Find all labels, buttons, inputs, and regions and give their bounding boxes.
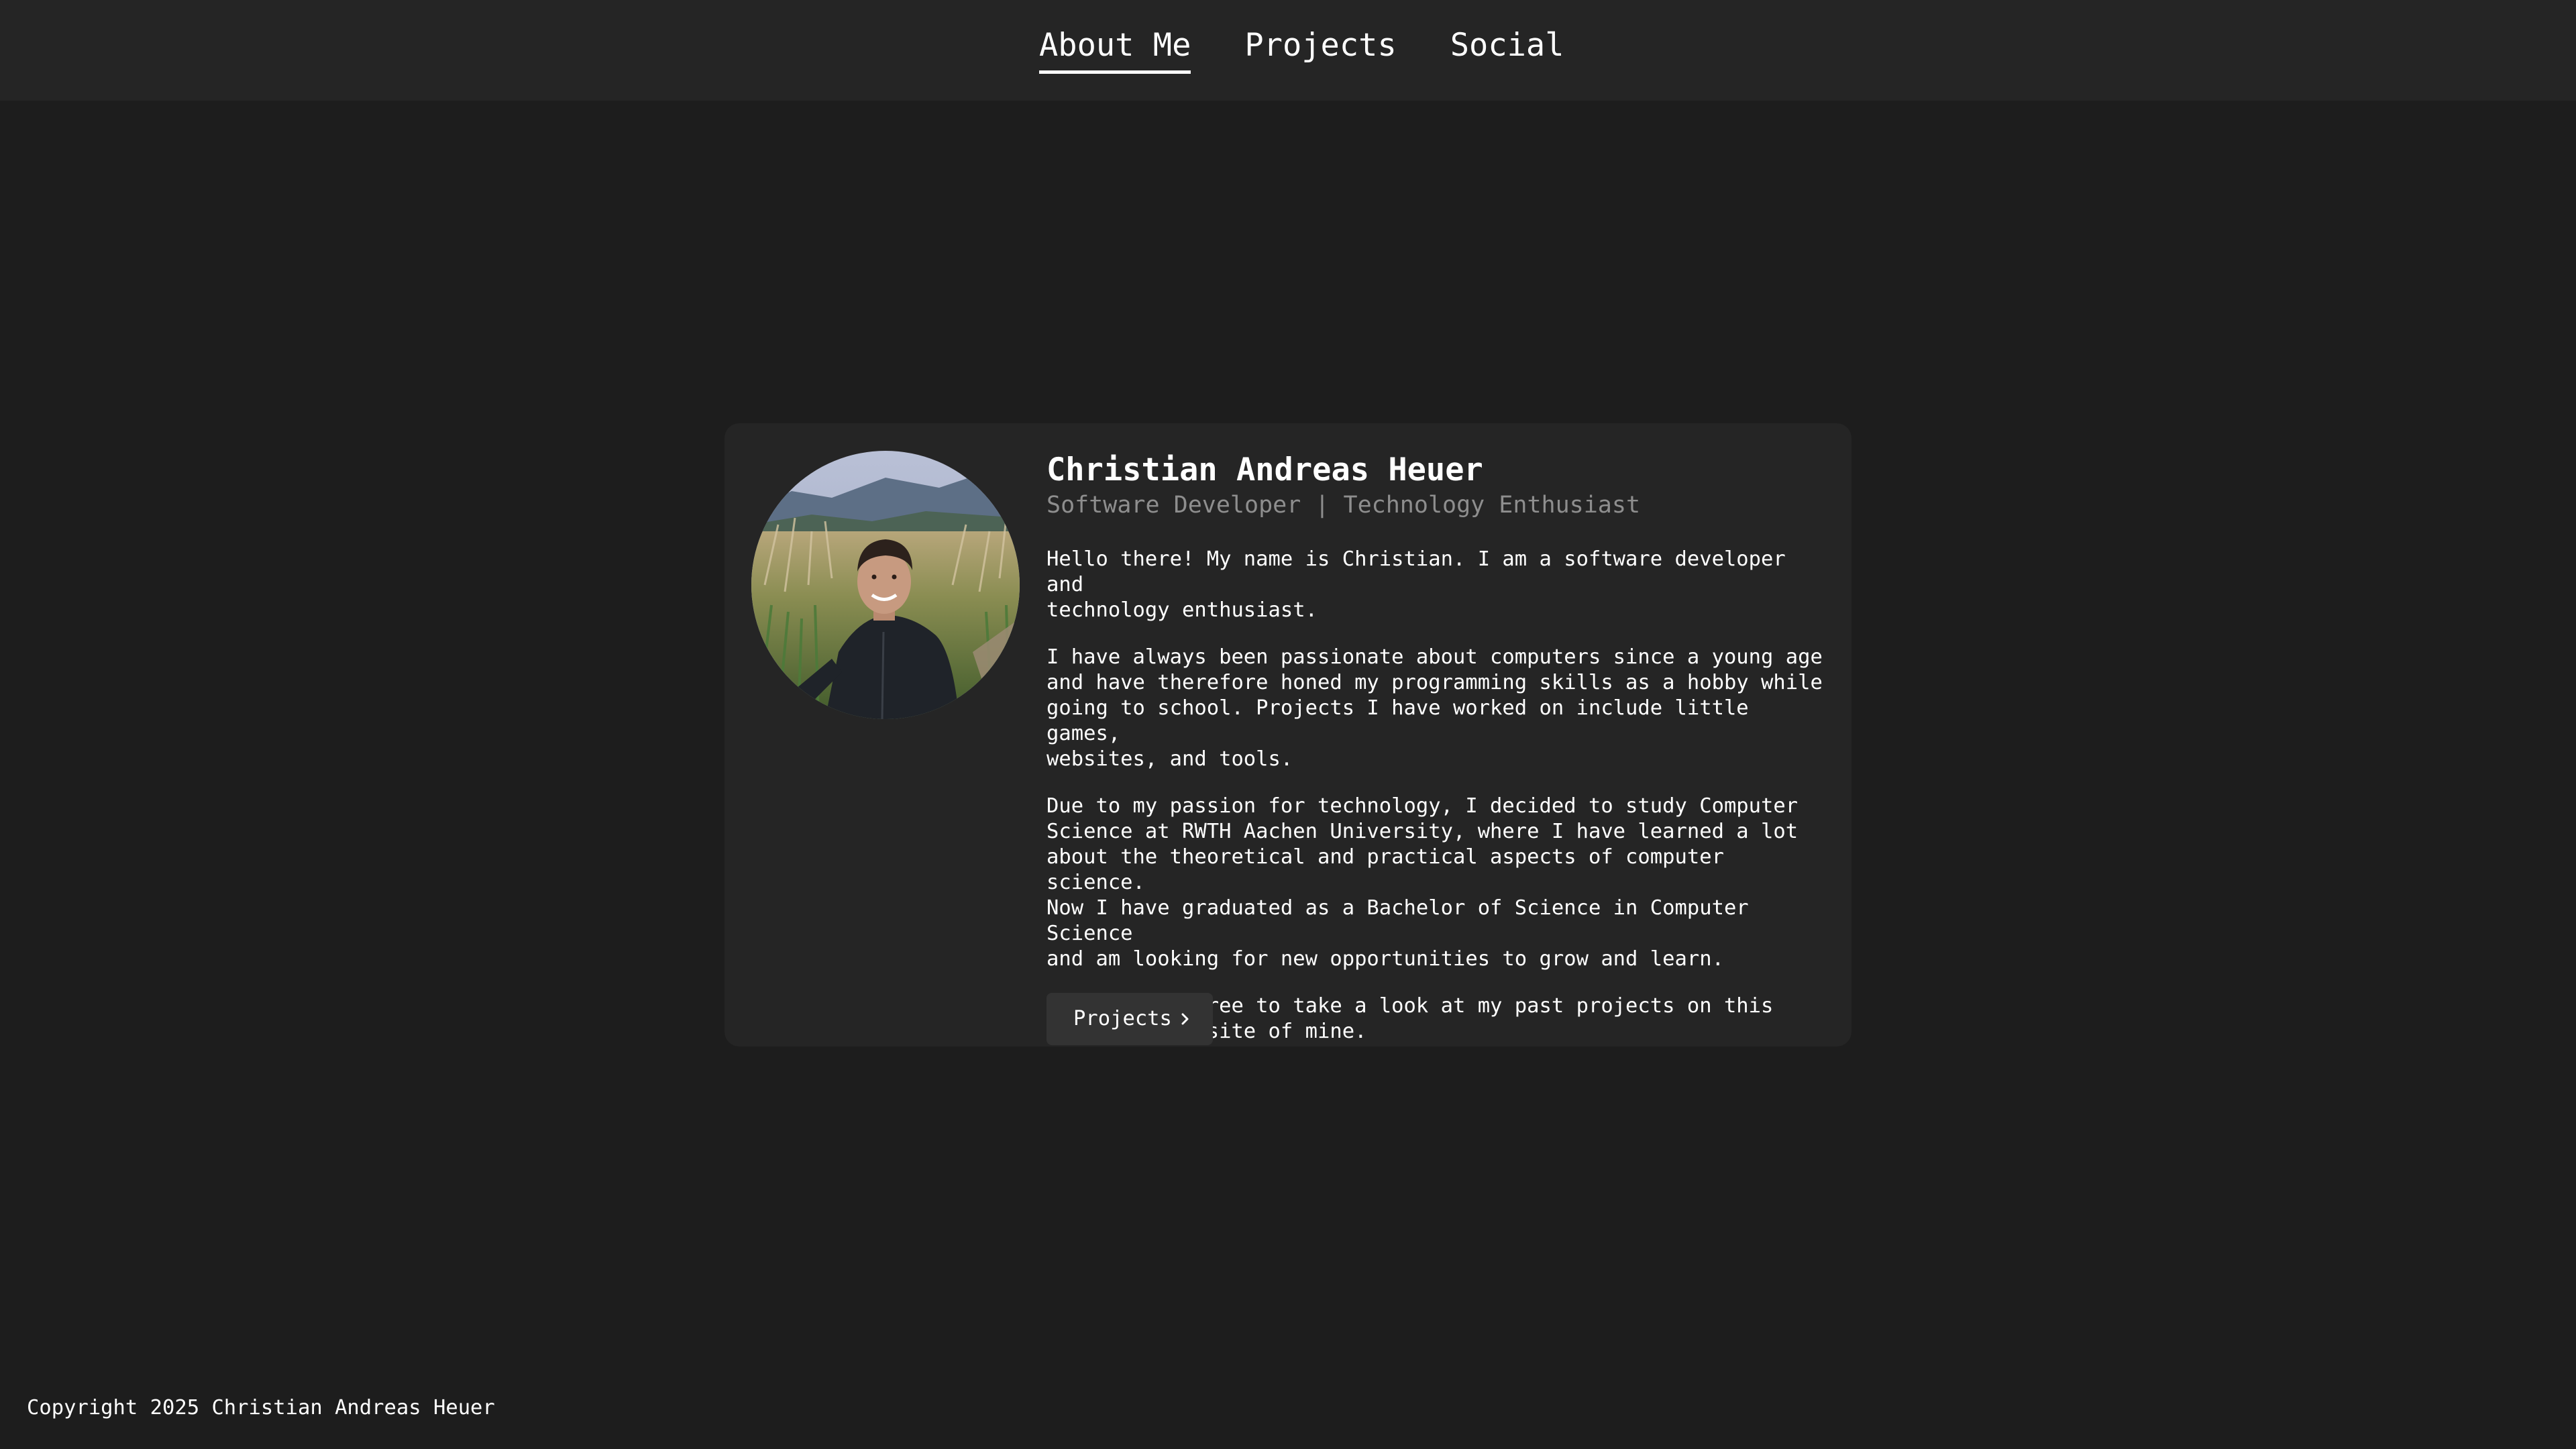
profile-name: Christian Andreas Heuer: [1046, 451, 1483, 488]
main-nav: About Me Projects Social: [1039, 24, 1564, 74]
profile-photo: [751, 451, 1020, 719]
projects-button[interactable]: Projects: [1046, 993, 1213, 1045]
nav-link-about-me[interactable]: About Me: [1039, 24, 1191, 74]
intro-paragraph: Hello there! My name is Christian. I am …: [1046, 547, 1786, 622]
nav-link-social[interactable]: Social: [1450, 24, 1564, 67]
profile-content: Christian Andreas Heuer Software Develop…: [1046, 449, 1825, 1045]
profile-subtitle: Software Developer | Technology Enthusia…: [1046, 492, 1641, 519]
background-paragraph: I have always been passionate about comp…: [1046, 645, 1823, 771]
top-navbar: About Me Projects Social: [0, 0, 2576, 101]
profile-card: Christian Andreas Heuer Software Develop…: [724, 423, 1851, 1046]
nav-link-projects[interactable]: Projects: [1244, 24, 1396, 67]
footer-copyright: Copyright 2025 Christian Andreas Heuer: [27, 1396, 495, 1419]
profile-photo-image: [751, 451, 1020, 719]
projects-button-label: Projects: [1073, 1007, 1172, 1030]
education-paragraph: Due to my passion for technology, I deci…: [1046, 794, 1799, 971]
chevron-right-icon: [1181, 1013, 1189, 1025]
